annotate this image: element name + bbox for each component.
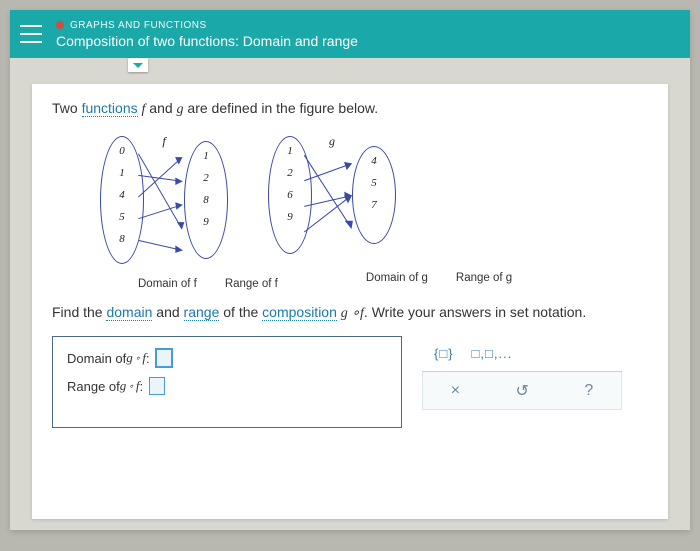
pr-3: of the: [219, 304, 262, 320]
g-dom-1: 2: [287, 167, 293, 179]
range-label-pre: Range of: [67, 379, 120, 394]
f-dom-4: 8: [119, 233, 125, 245]
range-answer-line: Range of g ∘ f :: [67, 377, 387, 395]
f-dom-2: 4: [119, 189, 125, 201]
oval-domain-f: 0 1 4 5 8: [100, 136, 144, 264]
mapping-g: 1 2 6 9 g 4 5 7: [268, 136, 396, 264]
f-rng-2: 8: [203, 194, 209, 206]
f-dom-3: 5: [119, 211, 125, 223]
pr-2: and: [152, 304, 183, 320]
g-rng-0: 4: [371, 155, 377, 167]
functions-link[interactable]: functions: [82, 100, 138, 117]
reset-button[interactable]: ↺: [516, 381, 529, 401]
intro-suffix: are defined in the figure below.: [184, 100, 379, 116]
f-rng-1: 2: [203, 172, 209, 184]
header-text: GRAPHS AND FUNCTIONS Composition of two …: [56, 20, 358, 49]
oval-range-f: 1 2 8 9: [184, 141, 228, 259]
captions-row: Domain of f Range of f Domain of g Range…: [98, 272, 648, 290]
prompt-text: Find the domain and range of the composi…: [52, 304, 648, 322]
cap-domain-f: Domain of f: [138, 278, 197, 290]
intro-text: Two functions f and g are defined in the…: [52, 100, 648, 118]
f-rng-0: 1: [203, 150, 209, 162]
set-braces-button[interactable]: {□}: [434, 346, 454, 361]
g-dom-2: 6: [287, 189, 293, 201]
f-label: f: [162, 134, 165, 149]
range-link[interactable]: range: [184, 304, 220, 321]
ans-colon1: :: [146, 351, 150, 366]
help-button[interactable]: ?: [584, 382, 593, 400]
pr-1: Find the: [52, 304, 106, 320]
intro-prefix: Two: [52, 100, 82, 116]
domain-label-pre: Domain of: [67, 351, 126, 366]
f-rng-3: 9: [203, 216, 209, 228]
ans-circ2: ∘: [128, 381, 134, 392]
pr-g: g: [341, 306, 348, 321]
clear-button[interactable]: ×: [451, 382, 460, 400]
ans-g2: g: [120, 378, 127, 394]
cap-range-f: Range of f: [225, 278, 278, 290]
toolbox-symbols: {□} □,□,...: [422, 336, 622, 372]
header-bar: GRAPHS AND FUNCTIONS Composition of two …: [10, 10, 690, 58]
g-rng-1: 5: [371, 177, 377, 189]
dropdown-toggle[interactable]: [128, 58, 148, 72]
ans-circ1: ∘: [135, 353, 141, 364]
oval-domain-g: 1 2 6 9: [268, 136, 312, 254]
cap-domain-g: Domain of g: [366, 272, 428, 290]
oval-range-g: 4 5 7: [352, 146, 396, 244]
intro-and: and: [145, 100, 176, 116]
diagrams-row: 0 1 4 5 8 f 1 2 8 9: [100, 136, 648, 264]
page: GRAPHS AND FUNCTIONS Composition of two …: [10, 10, 690, 530]
category-label: GRAPHS AND FUNCTIONS: [70, 20, 207, 31]
domain-answer-line: Domain of g ∘ f :: [67, 349, 387, 367]
page-title: Composition of two functions: Domain and…: [56, 33, 358, 49]
cap-range-g: Range of g: [456, 272, 512, 290]
ans-colon2: :: [140, 379, 144, 394]
content-panel: Two functions f and g are defined in the…: [32, 84, 668, 519]
range-input[interactable]: [149, 377, 165, 395]
toolbox-actions: × ↺ ?: [422, 372, 622, 410]
pr-circ: ∘: [348, 306, 360, 321]
g-rng-2: 7: [371, 199, 377, 211]
g-dom-3: 9: [287, 211, 293, 223]
pr-5: . Write your answers in set notation.: [364, 304, 586, 320]
category-dot-icon: [56, 21, 64, 29]
domain-link[interactable]: domain: [106, 304, 152, 321]
composition-link[interactable]: composition: [262, 304, 337, 321]
domain-input[interactable]: [156, 349, 172, 367]
f-dom-1: 1: [119, 167, 125, 179]
mapping-f: 0 1 4 5 8 f 1 2 8 9: [100, 136, 228, 264]
ans-g1: g: [126, 350, 133, 366]
g-dom-0: 1: [287, 145, 293, 157]
header-category: GRAPHS AND FUNCTIONS: [56, 20, 358, 31]
g-label: g: [329, 134, 335, 149]
answer-row: Domain of g ∘ f : Range of g ∘ f :: [52, 336, 648, 428]
intro-g: g: [177, 102, 184, 117]
toolbox: {□} □,□,... × ↺ ?: [422, 336, 622, 428]
answer-box: Domain of g ∘ f : Range of g ∘ f :: [52, 336, 402, 428]
list-button[interactable]: □,□,...: [472, 346, 513, 361]
hamburger-icon[interactable]: [20, 25, 42, 43]
f-dom-0: 0: [119, 145, 125, 157]
